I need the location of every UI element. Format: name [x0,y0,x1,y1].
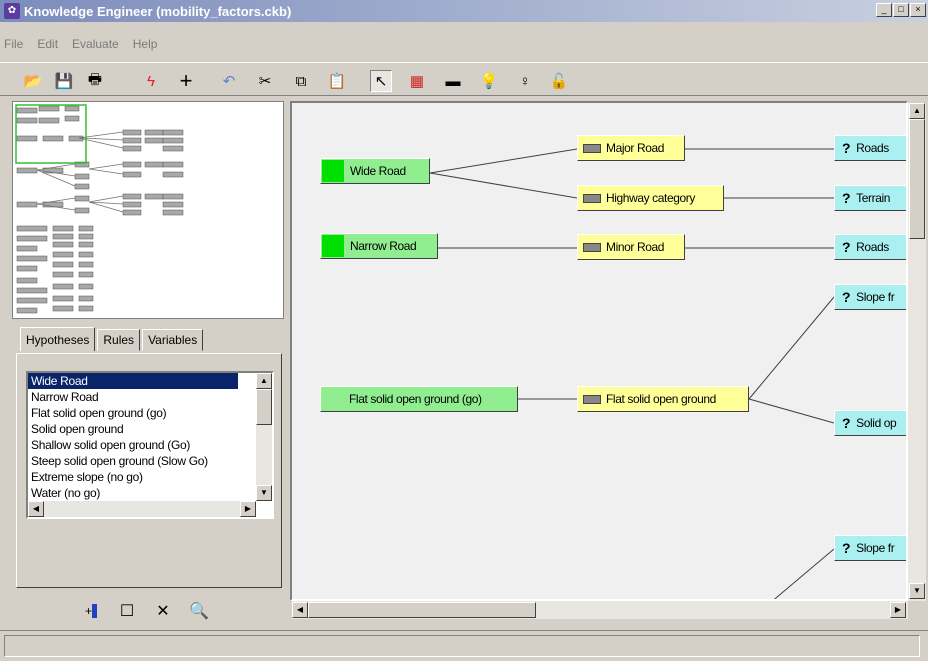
scroll-down-icon[interactable]: ▼ [256,485,272,501]
variable-node-roads[interactable]: ? Roads [834,234,906,260]
hypothesis-node-flat-solid-open-ground[interactable]: Flat solid open ground (go) [320,386,518,412]
list-item[interactable]: Narrow Road [28,389,238,405]
delete-x-icon[interactable]: ✕ [152,600,174,622]
print-icon[interactable]: 🖶 [84,70,106,92]
list-vertical-scrollbar[interactable]: ▲ ▼ [256,373,272,501]
list-item[interactable]: Extreme slope (no go) [28,469,238,485]
left-panel: Hypotheses Rules Variables Wide Road Nar… [12,101,284,588]
question-mark-icon: ? [842,415,851,431]
plus-icon[interactable]: + [175,68,197,93]
hypothesis-node-narrow-road[interactable]: Narrow Road [320,233,438,259]
copy-icon[interactable]: ⧉ [290,70,312,92]
variable-node-solid-open[interactable]: ? Solid op [834,410,906,436]
new-box-icon[interactable]: ☐ [116,600,138,622]
menu-evaluate[interactable]: Evaluate [72,37,119,55]
toolbar: 📂 💾 🖶 ϟ + ↶ ✂ ⧉ 📋 ↖ ▦ ▬ 💡 ♀ 🔓 [0,62,928,96]
minimize-button[interactable]: _ [876,3,892,17]
list-item[interactable]: Water (no go) [28,485,238,501]
lock-icon[interactable]: 🔓 [548,70,570,92]
scroll-right-icon[interactable]: ▶ [890,602,906,618]
list-item[interactable]: Flat solid open ground (go) [28,405,238,421]
hypothesis-marker-icon [322,160,344,182]
scroll-right-icon[interactable]: ▶ [240,501,256,517]
lightbulb-icon[interactable]: 💡 [478,70,500,92]
scroll-up-icon[interactable]: ▲ [256,373,272,389]
diagram-canvas[interactable]: Wide Road Narrow Road Flat solid open gr… [290,101,908,601]
question-mark-icon: ? [842,239,851,255]
list-item[interactable]: Wide Road [28,373,238,389]
app-icon: ✿ [4,3,20,19]
scroll-left-icon[interactable]: ◀ [28,501,44,517]
rule-node-highway-category[interactable]: Highway category [577,185,724,211]
list-item[interactable]: Solid open ground [28,421,238,437]
variable-grid-icon[interactable]: ▦ [406,70,428,92]
rule-node-minor-road[interactable]: Minor Road [577,234,685,260]
title-bar: ✿ Knowledge Engineer (mobility_factors.c… [0,0,928,22]
scroll-left-icon[interactable]: ◀ [292,602,308,618]
overview-map[interactable] [12,101,284,319]
hypotheses-listbox[interactable]: Wide Road Narrow Road Flat solid open gr… [26,371,274,519]
rule-bar-icon[interactable]: ▬ [442,70,464,92]
list-horizontal-scrollbar[interactable]: ◀ ▶ [28,501,256,517]
rule-icon [583,394,601,404]
menu-bar: File Edit Evaluate Help [0,37,157,55]
list-item[interactable]: Steep solid open ground (Slow Go) [28,453,238,469]
status-cell [4,635,920,657]
variable-node-roads[interactable]: ? Roads [834,135,906,161]
rule-icon [583,193,601,203]
question-mark-icon: ? [842,540,851,556]
tab-hypotheses[interactable]: Hypotheses [20,327,96,351]
scroll-thumb[interactable] [256,389,272,425]
rule-node-flat-solid-open-ground[interactable]: Flat solid open ground [577,386,749,412]
undo-icon[interactable]: ↶ [218,70,240,92]
scroll-down-icon[interactable]: ▼ [909,583,925,599]
close-button[interactable]: × [910,3,926,17]
scroll-thumb[interactable] [909,119,925,239]
tab-rules[interactable]: Rules [97,329,141,351]
rule-icon [583,143,601,153]
save-disk-icon[interactable]: 💾 [53,70,75,92]
variable-node-slope[interactable]: ? Slope fr [834,535,906,561]
question-mark-icon: ? [842,289,851,305]
list-item[interactable]: Shallow solid open ground (Go) [28,437,238,453]
pointer-arrow-icon[interactable]: ↖ [370,70,392,92]
open-folder-icon[interactable]: 📂 [22,70,44,92]
window-title: Knowledge Engineer (mobility_factors.ckb… [24,3,292,19]
lightning-icon[interactable]: ϟ [140,70,162,92]
menu-help[interactable]: Help [133,37,158,55]
add-item-icon[interactable]: + [80,600,102,622]
scroll-up-icon[interactable]: ▲ [909,103,925,119]
tab-strip: Hypotheses Rules Variables [20,327,205,351]
variable-node-terrain[interactable]: ? Terrain [834,185,906,211]
canvas-horizontal-scrollbar[interactable]: ◀ ▶ [292,601,908,619]
canvas-vertical-scrollbar[interactable]: ▲ ▼ [908,103,926,601]
rule-node-major-road[interactable]: Major Road [577,135,685,161]
list-action-icons: + ☐ ✕ 🔍 [80,600,210,622]
variable-node-slope[interactable]: ? Slope fr [834,284,906,310]
scissors-icon[interactable]: ✂ [254,70,276,92]
maximize-button[interactable]: □ [893,3,909,17]
hypothesis-marker-icon [322,235,344,257]
hypothesis-node-wide-road[interactable]: Wide Road [320,158,430,184]
scroll-thumb[interactable] [308,602,536,618]
menu-file[interactable]: File [4,37,23,55]
paste-icon[interactable]: 📋 [326,70,348,92]
find-icon[interactable]: 🔍 [188,600,210,622]
status-bar [0,630,928,661]
tab-variables[interactable]: Variables [142,329,204,351]
menu-edit[interactable]: Edit [37,37,58,55]
question-mark-icon: ? [842,140,851,156]
question-mark-icon: ? [842,190,851,206]
lightbulb-off-icon[interactable]: ♀ [514,70,536,92]
rule-icon [583,242,601,252]
